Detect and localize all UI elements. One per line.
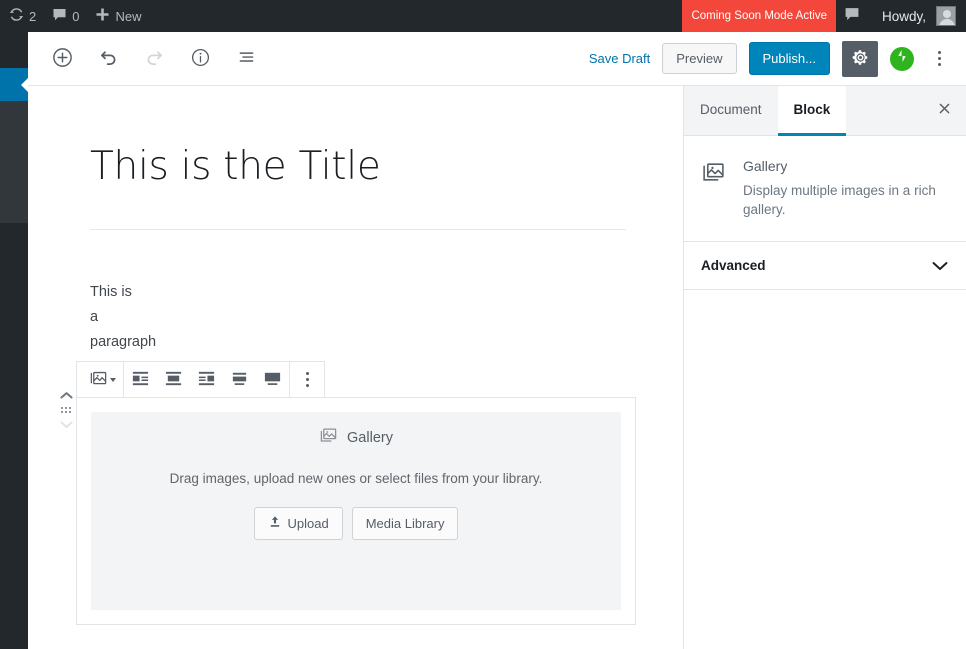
admin-menu-sidebar: [0, 32, 29, 649]
media-library-button[interactable]: Media Library: [351, 507, 459, 540]
publish-button[interactable]: Publish...: [748, 42, 830, 75]
full-width-button[interactable]: [256, 362, 289, 397]
undo-icon: [98, 47, 119, 71]
editor-canvas: This is the Title This is a paragraph Ga…: [28, 86, 683, 649]
jetpack-icon: [894, 48, 910, 69]
paragraph-line: paragraph: [90, 334, 157, 350]
block-navigation-button[interactable]: [228, 41, 264, 77]
tab-block[interactable]: Block: [777, 85, 847, 136]
wide-width-icon: [230, 369, 249, 391]
redo-button[interactable]: [136, 41, 172, 77]
paragraph-line: a: [90, 309, 99, 325]
editor-header: Save Draft Preview Publish...: [28, 32, 966, 86]
close-icon: [937, 101, 952, 121]
admin-bar-comments[interactable]: 0: [44, 0, 87, 32]
align-right-icon: [197, 369, 216, 391]
gallery-icon: [319, 426, 338, 449]
kebab-dot: [937, 57, 941, 60]
save-draft-button[interactable]: Save Draft: [589, 51, 650, 66]
gallery-block[interactable]: Gallery Drag images, upload new ones or …: [76, 397, 636, 625]
gear-icon: [851, 48, 870, 70]
placeholder-instructions: Drag images, upload new ones or select f…: [169, 471, 543, 486]
align-right-button[interactable]: [190, 362, 223, 397]
media-library-label: Media Library: [365, 516, 445, 531]
new-label: New: [115, 8, 142, 24]
admin-bar-revisions[interactable]: 2: [0, 0, 44, 32]
plus-circle-icon: [51, 46, 74, 72]
placeholder-actions: Upload Media Library: [253, 507, 459, 540]
howdy-greeting[interactable]: Howdy,: [868, 9, 936, 24]
align-left-icon: [131, 369, 150, 391]
preview-button[interactable]: Preview: [662, 43, 737, 74]
block-card-title: Gallery: [743, 158, 788, 174]
block-type-group: [77, 362, 123, 397]
coming-soon-badge[interactable]: Coming Soon Mode Active: [682, 0, 836, 32]
editor-toolbar: [28, 41, 264, 77]
revisions-count: 2: [29, 8, 37, 24]
gallery-placeholder: Gallery Drag images, upload new ones or …: [91, 412, 621, 610]
more-menu-button[interactable]: [926, 41, 952, 77]
align-center-icon: [164, 369, 183, 391]
comment-icon: [52, 8, 67, 25]
block-more-options-button[interactable]: [290, 362, 324, 397]
placeholder-label-row: Gallery: [319, 426, 393, 449]
alignment-group: [124, 362, 289, 397]
move-down-button[interactable]: [59, 420, 73, 429]
full-width-icon: [263, 369, 282, 391]
list-view-icon: [236, 47, 257, 71]
admin-menu-submenu: [0, 101, 28, 223]
chevron-down-icon: [109, 377, 116, 382]
upload-icon: [268, 515, 282, 532]
settings-sidebar: Document Block Gallery Display multiple …: [683, 85, 966, 649]
gallery-icon: [89, 369, 108, 391]
kebab-dot: [937, 63, 941, 66]
upload-label: Upload: [287, 516, 329, 531]
tab-document[interactable]: Document: [684, 86, 778, 136]
placeholder-label: Gallery: [347, 429, 393, 446]
plus-icon: [95, 7, 110, 25]
block-card-description: Display multiple images in a rich galler…: [743, 183, 936, 217]
settings-toggle-button[interactable]: [842, 40, 878, 77]
info-circle-icon: [190, 47, 211, 71]
redo-icon: [144, 47, 165, 71]
chevron-down-icon: [932, 261, 948, 271]
add-block-button[interactable]: [44, 41, 80, 77]
paragraph-line: This is: [90, 284, 132, 300]
post-title-input[interactable]: This is the Title: [90, 144, 626, 189]
admin-bar-new[interactable]: New: [87, 0, 149, 32]
panel-advanced-title: Advanced: [701, 258, 766, 273]
panel-advanced[interactable]: Advanced: [684, 242, 966, 290]
align-center-button[interactable]: [157, 362, 190, 397]
admin-bar-right: Coming Soon Mode Active Howdy,: [682, 0, 966, 32]
gallery-block-type-button[interactable]: [77, 362, 123, 397]
content-info-button[interactable]: [182, 41, 218, 77]
sidebar-tabs: Document Block: [684, 85, 966, 136]
gallery-icon: [701, 158, 726, 219]
jetpack-button[interactable]: [890, 46, 914, 71]
upload-button[interactable]: Upload: [253, 507, 343, 540]
update-icon: [9, 7, 24, 25]
wordpress-block-editor: 2 0 New Coming Soon Mode Active Howdy, S…: [0, 0, 966, 649]
avatar[interactable]: [936, 6, 956, 26]
kebab-dot: [937, 51, 941, 54]
comment-bubble-icon: [844, 7, 860, 25]
admin-bar-notice[interactable]: [836, 0, 868, 32]
comments-count: 0: [72, 8, 80, 24]
align-left-button[interactable]: [124, 362, 157, 397]
block-toolbar: [76, 361, 325, 398]
title-divider: [90, 229, 626, 230]
paragraph-block[interactable]: This is a paragraph: [90, 280, 210, 355]
move-up-button[interactable]: [59, 391, 73, 400]
editor-header-actions: Save Draft Preview Publish...: [589, 40, 966, 77]
undo-button[interactable]: [90, 41, 126, 77]
close-sidebar-button[interactable]: [922, 86, 966, 136]
wide-width-button[interactable]: [223, 362, 256, 397]
wp-admin-bar: 2 0 New Coming Soon Mode Active Howdy,: [0, 0, 966, 32]
drag-handle-icon[interactable]: [61, 407, 71, 413]
block-card: Gallery Display multiple images in a ric…: [684, 136, 966, 242]
block-card-text: Gallery Display multiple images in a ric…: [743, 158, 948, 219]
admin-menu-active-item[interactable]: [0, 68, 29, 101]
